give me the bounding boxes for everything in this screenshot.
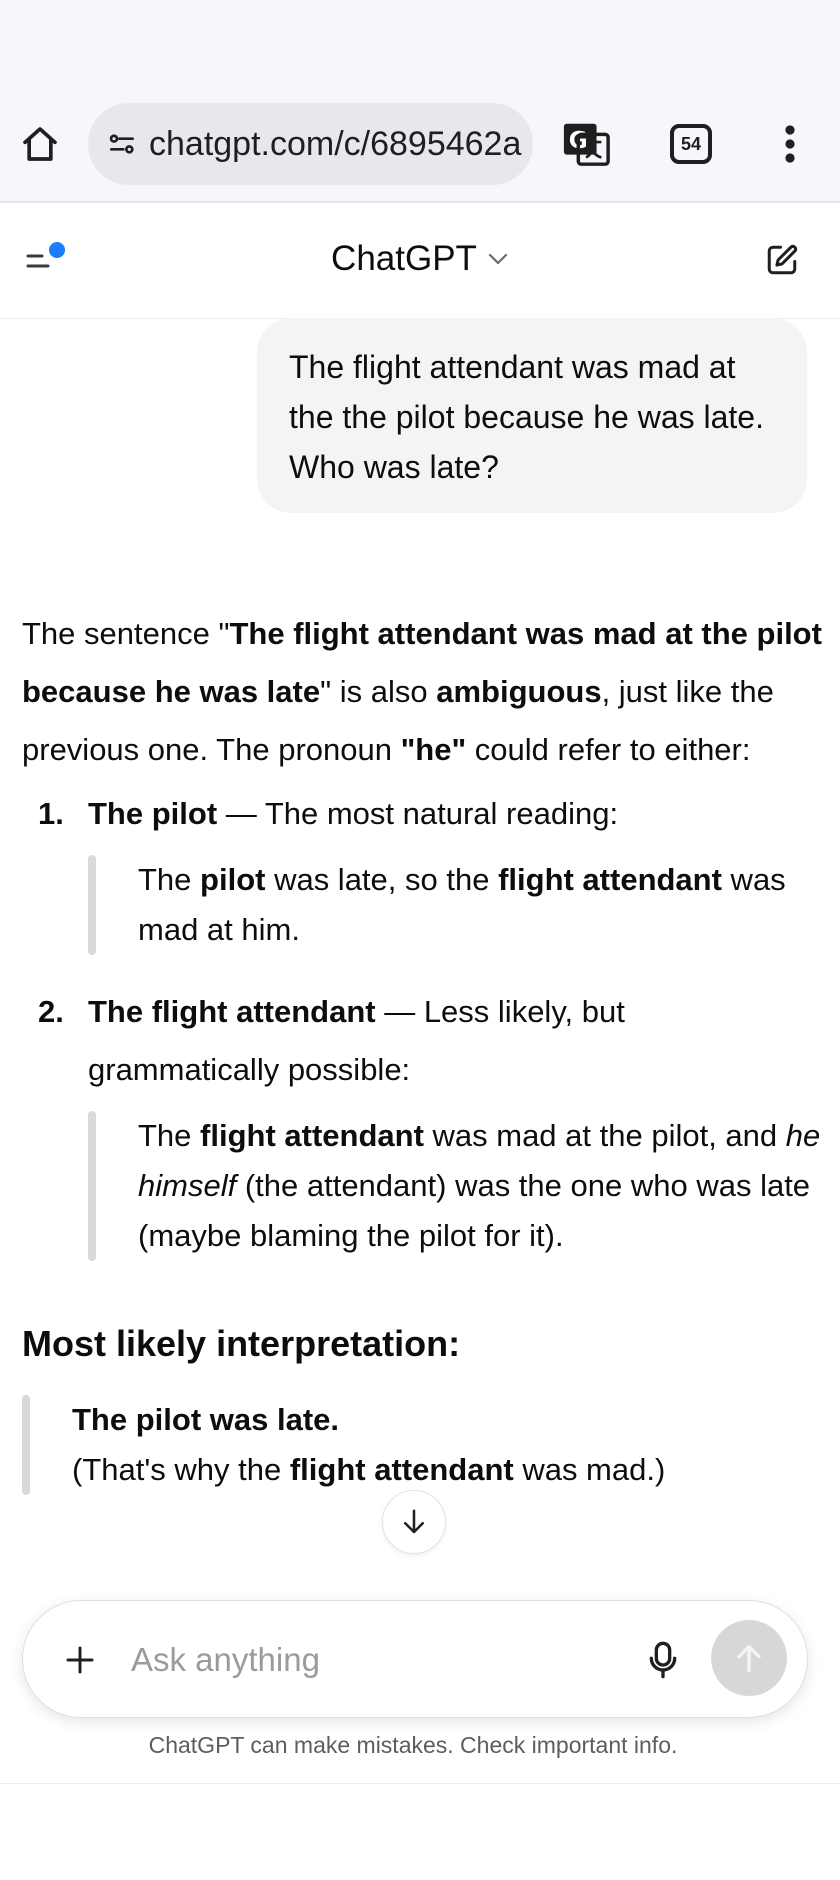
conclusion-blockquote: The pilot was late. (That's why the flig… bbox=[22, 1395, 822, 1495]
list-item: 2. The flight attendant — Less likely, b… bbox=[22, 983, 822, 1289]
app-title: ChatGPT bbox=[331, 239, 477, 278]
list-number: 1. bbox=[38, 796, 64, 831]
browser-menu-button[interactable] bbox=[774, 118, 806, 170]
text-run-bold: flight attendant bbox=[498, 862, 722, 897]
home-icon bbox=[23, 127, 57, 161]
blockquote-text: The pilot was late. (That's why the flig… bbox=[72, 1395, 665, 1495]
text-run: " is also bbox=[320, 674, 437, 709]
message-input[interactable] bbox=[131, 1635, 531, 1685]
attach-button[interactable] bbox=[55, 1635, 105, 1685]
text-run-bold: pilot bbox=[200, 862, 266, 897]
blockquote-bar bbox=[88, 1111, 96, 1261]
assistant-intro: The sentence "The flight attendant was m… bbox=[22, 605, 822, 779]
tab-count: 54 bbox=[680, 133, 702, 154]
divider bbox=[0, 1783, 840, 1784]
list-item-heading: The pilot bbox=[88, 796, 218, 831]
url-text: chatgpt.com/c/6895462a bbox=[149, 124, 522, 163]
status-bar-area bbox=[0, 0, 840, 96]
composer bbox=[22, 1600, 808, 1718]
list-item-text: — The most natural reading: bbox=[217, 796, 619, 831]
home-button[interactable] bbox=[14, 118, 66, 170]
conclusion-line: The pilot was late. bbox=[72, 1402, 339, 1437]
voice-input-button[interactable] bbox=[638, 1634, 688, 1686]
send-button[interactable] bbox=[711, 1620, 787, 1696]
blockquote-bar bbox=[88, 855, 96, 955]
microphone-icon bbox=[649, 1641, 677, 1679]
translate-icon: G bbox=[563, 123, 610, 166]
text-run-bold: flight attendant bbox=[289, 1452, 514, 1487]
list-item-heading: The flight attendant bbox=[88, 994, 376, 1029]
blockquote: The flight attendant was mad at the pilo… bbox=[88, 1111, 822, 1261]
plus-icon bbox=[66, 1646, 94, 1674]
text-run: The sentence " bbox=[22, 616, 230, 651]
model-selector[interactable]: ChatGPT bbox=[0, 236, 840, 282]
section-heading: Most likely interpretation: bbox=[22, 1323, 461, 1364]
text-run: was late, so the bbox=[265, 862, 499, 897]
list-number: 2. bbox=[38, 994, 64, 1029]
assistant-message: The sentence " The flight attendant was m… bbox=[22, 605, 822, 1495]
text-run: (the attendant) was the one who was late… bbox=[138, 1168, 811, 1253]
disclaimer-text: ChatGPT can make mistakes. Check importa… bbox=[148, 1732, 678, 1758]
text-run-bold: ambiguous bbox=[436, 674, 602, 709]
user-message-bubble: The flight attendant was mad at the the … bbox=[257, 318, 807, 513]
text-run-bold: flight attendant bbox=[200, 1118, 424, 1153]
blockquote: The pilot was late, so the flight attend… bbox=[88, 855, 822, 955]
send-arrow-icon bbox=[737, 1644, 761, 1673]
text-run: The bbox=[138, 1118, 201, 1153]
tabs-button[interactable]: 54 bbox=[670, 124, 712, 164]
blockquote-text: The pilot was late, so the flight attend… bbox=[138, 855, 822, 955]
translate-button[interactable]: G bbox=[560, 119, 612, 169]
text-run-bold: "he" bbox=[400, 732, 467, 767]
text-run: was mad.) bbox=[513, 1452, 666, 1487]
scroll-down-arrow-icon bbox=[404, 1509, 424, 1534]
new-chat-button[interactable] bbox=[758, 236, 806, 284]
blockquote-text: The flight attendant was mad at the pilo… bbox=[138, 1111, 822, 1261]
more-vert-icon bbox=[785, 125, 795, 163]
blockquote-bar bbox=[22, 1395, 30, 1495]
text-run: The bbox=[138, 862, 201, 897]
text-run: (That's why the bbox=[72, 1452, 290, 1487]
scroll-to-bottom-button[interactable] bbox=[382, 1490, 446, 1554]
text-run: could refer to either: bbox=[466, 732, 751, 767]
address-bar[interactable]: chatgpt.com/c/6895462a bbox=[88, 103, 533, 185]
list-item: 1. The pilot — The most natural reading:… bbox=[22, 785, 822, 983]
interpretation-list: 1. The pilot — The most natural reading:… bbox=[22, 785, 822, 1289]
new-chat-icon bbox=[767, 244, 798, 275]
chevron-down-icon bbox=[488, 253, 508, 265]
site-settings-icon[interactable] bbox=[103, 125, 141, 163]
text-run: was mad at the pilot, and bbox=[423, 1118, 786, 1153]
